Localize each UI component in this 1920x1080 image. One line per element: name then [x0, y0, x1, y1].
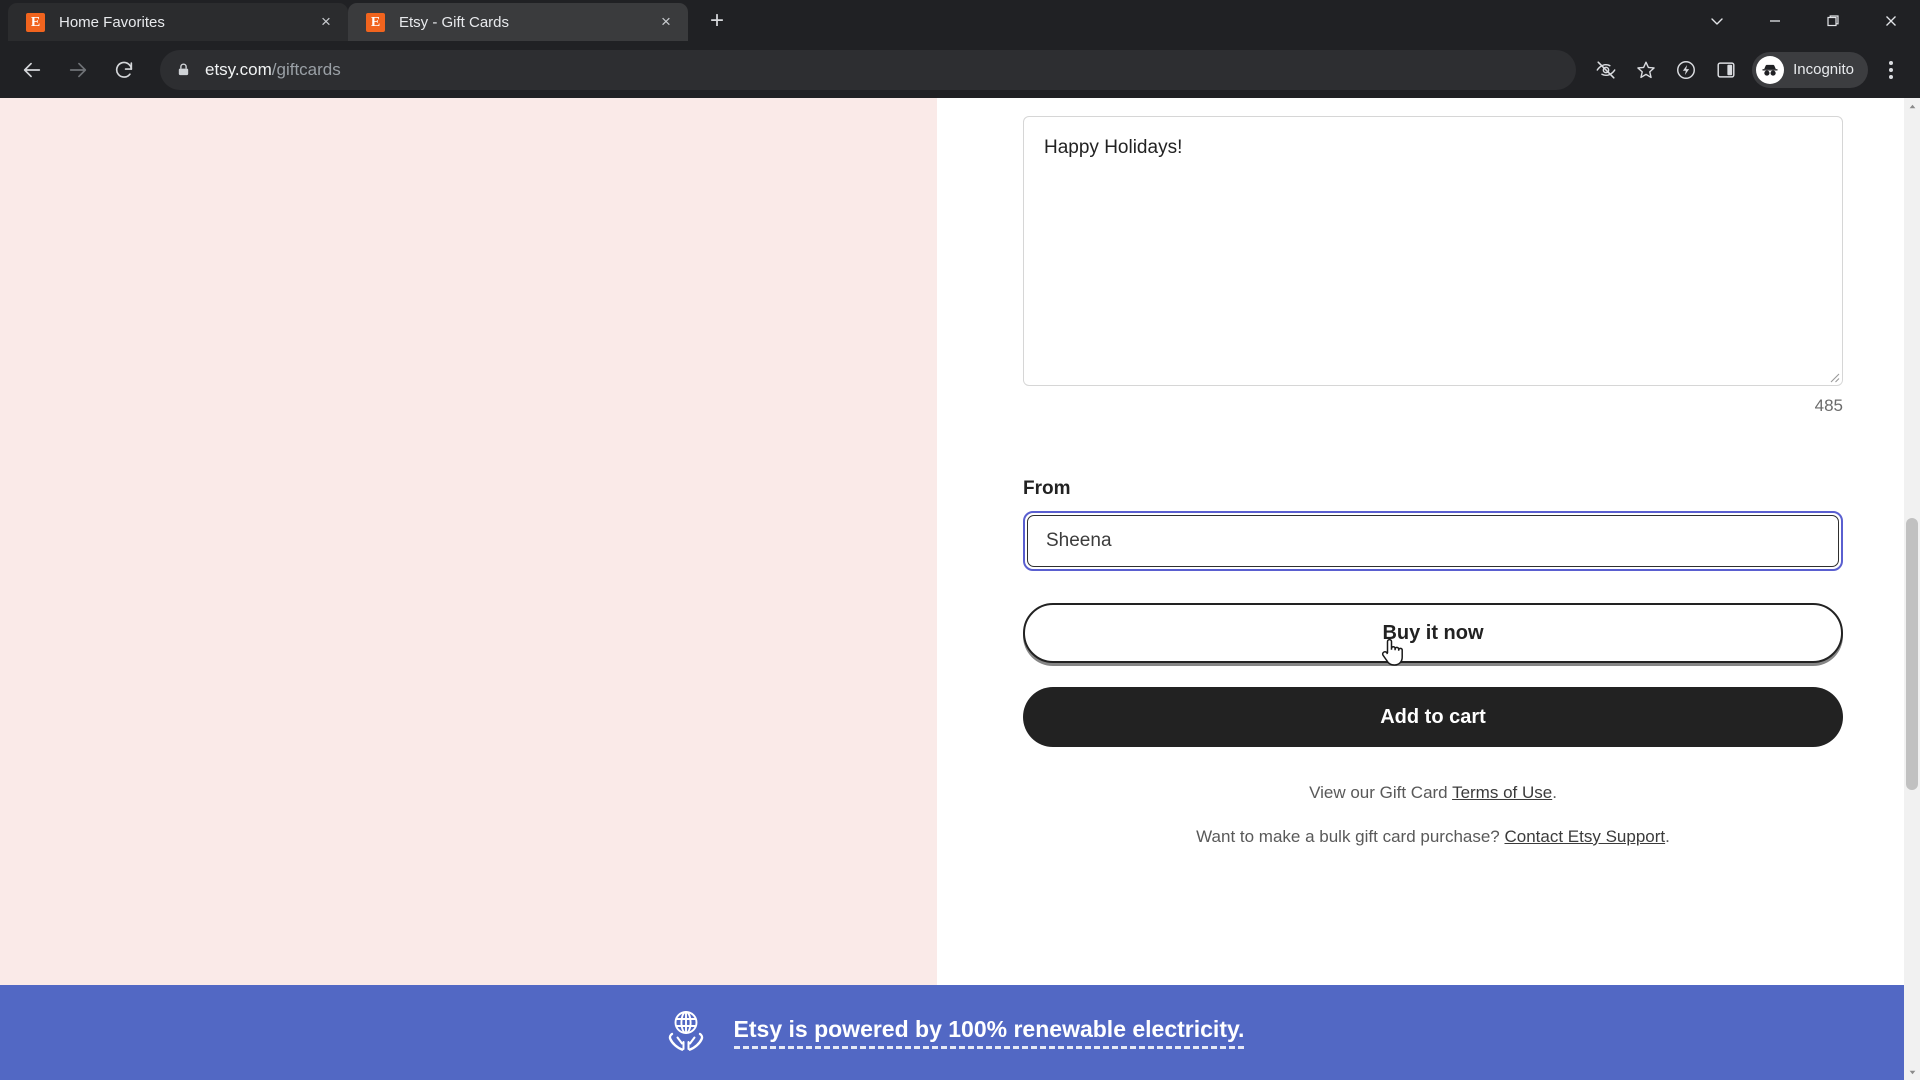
bulk-text-after: .	[1665, 826, 1670, 846]
eco-banner-text: Etsy is powered by 100% renewable electr…	[733, 1016, 1245, 1049]
add-to-cart-button[interactable]: Add to cart	[1023, 687, 1843, 747]
back-icon[interactable]	[12, 50, 52, 90]
minimize-icon[interactable]	[1746, 0, 1804, 41]
new-tab-button[interactable]: +	[700, 5, 734, 39]
incognito-avatar-icon	[1756, 55, 1785, 84]
etsy-favicon-icon: E	[366, 12, 385, 32]
scroll-up-arrow-icon[interactable]	[1904, 98, 1920, 114]
renewable-electricity-banner: Etsy is powered by 100% renewable electr…	[0, 985, 1904, 1080]
maximize-icon[interactable]	[1804, 0, 1862, 41]
bookmark-star-icon[interactable]	[1628, 52, 1664, 88]
profile-incognito-button[interactable]: Incognito	[1752, 51, 1868, 88]
legal-links: View our Gift Card Terms of Use. Want to…	[1023, 781, 1843, 849]
tab-home-favorites[interactable]: E Home Favorites ×	[8, 3, 348, 41]
etsy-favicon-icon: E	[26, 12, 45, 32]
close-icon[interactable]: ×	[314, 10, 338, 34]
profile-label: Incognito	[1793, 61, 1854, 78]
side-panel-icon[interactable]	[1708, 52, 1744, 88]
page-scrollbar[interactable]	[1904, 98, 1920, 1080]
page-viewport: 485 From Buy it now Add to cart View our…	[0, 98, 1920, 1080]
scroll-down-arrow-icon[interactable]	[1904, 1064, 1920, 1080]
address-bar[interactable]: etsy.com/giftcards	[160, 49, 1577, 90]
gift-card-form-panel: 485 From Buy it now Add to cart View our…	[937, 98, 1920, 985]
close-icon[interactable]: ×	[654, 10, 678, 34]
bulk-text-before: Want to make a bulk gift card purchase?	[1196, 826, 1505, 846]
window-controls	[1688, 0, 1920, 41]
browser-window: E Home Favorites × E Etsy - Gift Cards ×…	[0, 0, 1920, 1080]
close-icon[interactable]	[1862, 0, 1920, 41]
tab-search-chevron-down-icon[interactable]	[1688, 0, 1746, 41]
terms-text-before: View our Gift Card	[1309, 783, 1453, 802]
terms-line: View our Gift Card Terms of Use.	[1309, 783, 1557, 802]
from-input[interactable]	[1027, 515, 1839, 567]
from-field-focus-ring	[1023, 511, 1843, 571]
lock-icon	[176, 62, 191, 77]
tab-title: Home Favorites	[59, 13, 165, 31]
forward-icon[interactable]	[58, 50, 98, 90]
from-field-label: From	[1023, 478, 1071, 499]
terms-text-after: .	[1552, 783, 1557, 802]
tracking-protection-eye-slash-icon[interactable]	[1588, 52, 1624, 88]
gift-card-preview-panel	[0, 98, 937, 985]
character-counter: 485	[1814, 396, 1843, 415]
bulk-purchase-line: Want to make a bulk gift card purchase? …	[1023, 825, 1843, 850]
buy-it-now-button[interactable]: Buy it now	[1023, 603, 1843, 663]
browser-essentials-icon[interactable]	[1668, 52, 1704, 88]
contact-etsy-support-link[interactable]: Contact Etsy Support	[1504, 827, 1665, 846]
message-field-wrapper	[1023, 116, 1843, 386]
url-host: etsy.com	[205, 59, 272, 79]
tab-title: Etsy - Gift Cards	[399, 13, 510, 31]
url-path: /giftcards	[271, 59, 341, 79]
scrollbar-thumb[interactable]	[1906, 518, 1918, 790]
gift-card-page: 485 From Buy it now Add to cart View our…	[0, 98, 1920, 985]
reload-icon[interactable]	[104, 50, 144, 90]
message-textarea[interactable]	[1023, 116, 1843, 386]
tab-strip: E Home Favorites × E Etsy - Gift Cards ×…	[0, 0, 1920, 41]
terms-of-use-link[interactable]: Terms of Use	[1452, 783, 1552, 802]
browser-toolbar: etsy.com/giftcards Incognito	[0, 41, 1920, 98]
tab-etsy-gift-cards[interactable]: E Etsy - Gift Cards ×	[348, 3, 688, 41]
gift-card-form: 485 From Buy it now Add to cart View our…	[1023, 98, 1843, 849]
url-text: etsy.com/giftcards	[205, 60, 341, 80]
three-dot-menu-icon[interactable]	[1874, 52, 1908, 88]
globe-in-hands-icon	[660, 1004, 712, 1061]
